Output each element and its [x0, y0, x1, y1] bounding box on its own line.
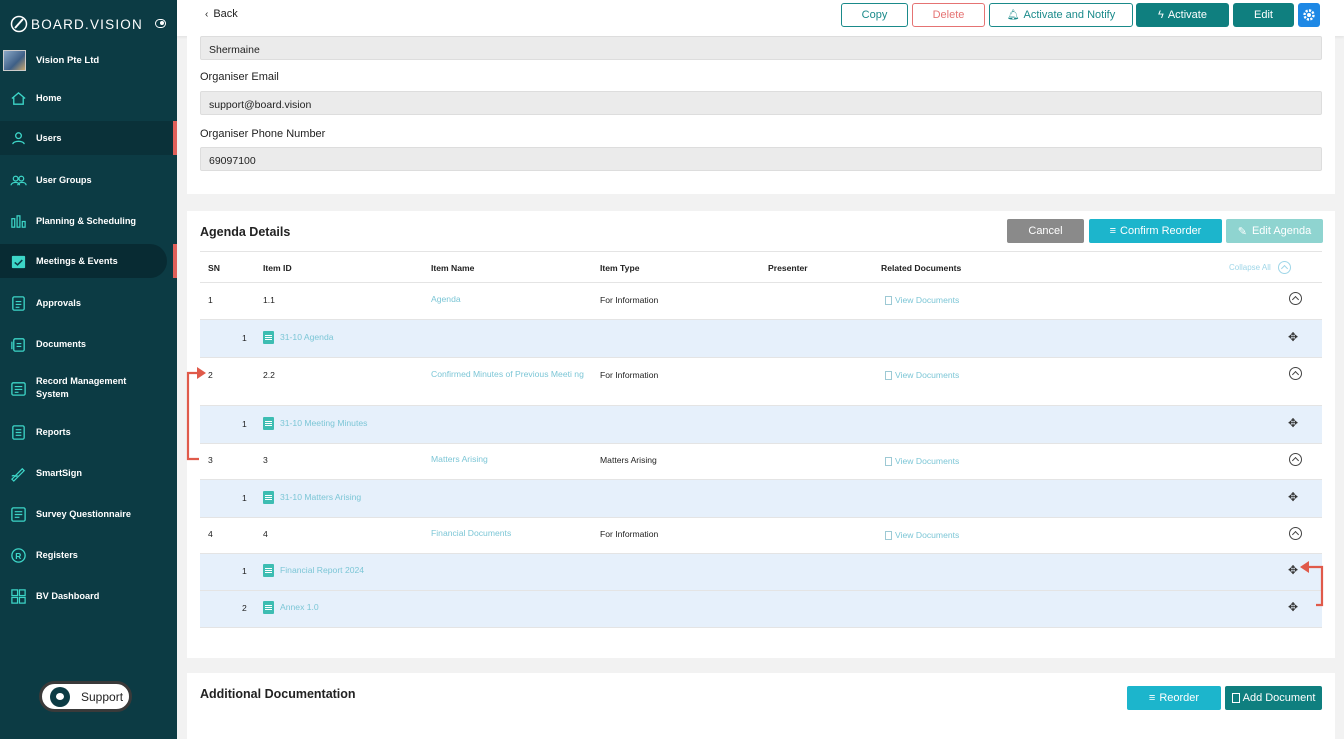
add-document-button[interactable]: Add Document	[1225, 686, 1322, 710]
right-reorder-arrow	[1306, 565, 1324, 607]
reorder-button[interactable]: ≡ Reorder	[1127, 686, 1221, 710]
right-arrow-head-icon	[1300, 561, 1309, 573]
file-plus-icon	[1231, 693, 1240, 703]
left-reorder-arrow	[186, 371, 200, 461]
additional-title: Additional Documentation	[200, 687, 356, 701]
reorder-label: Reorder	[1159, 692, 1200, 704]
reorder-annotation-arrows	[186, 367, 1324, 607]
left-arrow-head-icon	[197, 367, 206, 379]
list-icon: ≡	[1148, 692, 1156, 704]
additional-documentation-card: Additional Documentation ≡ Reorder Add Do…	[187, 673, 1335, 739]
add-document-label: Add Document	[1242, 692, 1316, 704]
